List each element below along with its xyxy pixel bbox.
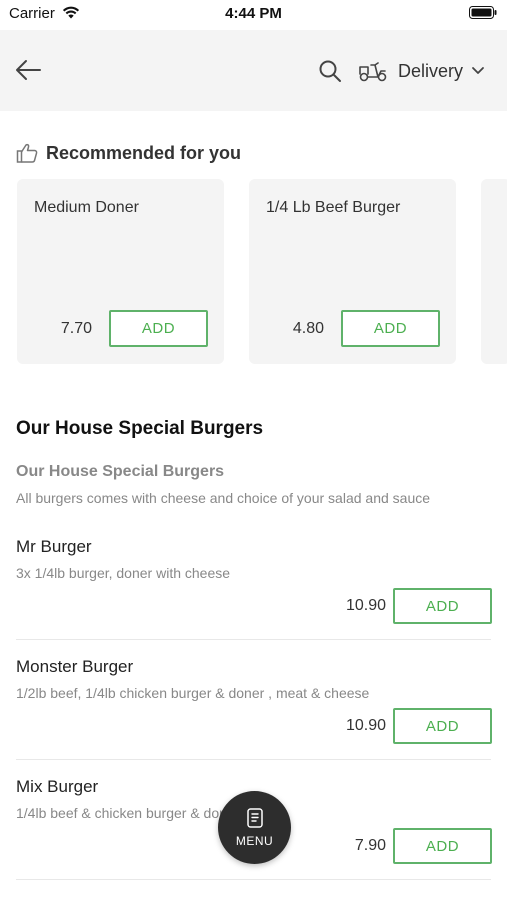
clock: 4:44 PM [225,5,282,22]
card-name: Medium Doner [34,199,139,216]
divider [16,759,491,760]
card-price: 7.70 [60,320,92,337]
card-name: 1/4 Lb Beef Burger [266,199,401,216]
item-price: 7.90 [354,837,386,854]
recommended-title: Recommended for you [46,142,242,163]
menu-book-icon [246,807,263,828]
item-name: Mix Burger [16,777,99,796]
add-button[interactable]: ADD [341,310,440,347]
section-title: Our House Special Burgers [16,418,264,439]
item-description: 3x 1/4lb burger, doner with cheese [16,565,231,581]
back-button[interactable] [12,56,44,84]
add-button[interactable]: ADD [393,828,492,864]
divider [16,639,491,640]
item-price: 10.90 [345,597,386,614]
status-bar: Carrier 4:44 PM [0,0,507,30]
item-name: Mr Burger [16,537,92,556]
delivery-mode-selector[interactable]: Delivery [358,56,485,86]
menu-item[interactable]: Monster Burger 1/2lb beef, 1/4lb chicken… [0,657,507,777]
item-name: Monster Burger [16,657,134,676]
top-navigation-bar: Delivery [0,30,507,111]
recommended-card[interactable]: Medium Doner 7.70 ADD [17,179,224,364]
search-button[interactable] [318,59,342,83]
menu-item[interactable]: Mr Burger 3x 1/4lb burger, doner with ch… [0,537,507,657]
card-price: 4.80 [292,320,324,337]
item-description: 1/4lb beef & chicken burger & doner [16,805,240,821]
scooter-icon [359,62,387,82]
add-button[interactable]: ADD [393,588,492,624]
category-description: All burgers comes with cheese and choice… [16,490,431,506]
recommended-header: Recommended for you [16,142,241,164]
recommended-card[interactable]: 1/4 Lb Beef Burger 4.80 ADD [249,179,456,364]
menu-label: MENU [235,833,274,848]
item-price: 10.90 [345,717,386,734]
add-button[interactable]: ADD [109,310,208,347]
delivery-label: Delivery [398,60,464,81]
chevron-down-icon [472,67,484,74]
battery-icon [469,6,497,19]
menu-fab-button[interactable]: MENU [218,791,291,864]
add-button[interactable]: ADD [393,708,492,744]
divider [16,879,491,880]
arrow-left-icon [16,60,41,80]
thumbs-up-icon [16,143,38,163]
item-description: 1/2lb beef, 1/4lb chicken burger & doner… [16,685,370,701]
recommended-card-partial[interactable] [481,179,507,364]
search-icon [319,60,341,82]
category-title: Our House Special Burgers [16,463,225,480]
